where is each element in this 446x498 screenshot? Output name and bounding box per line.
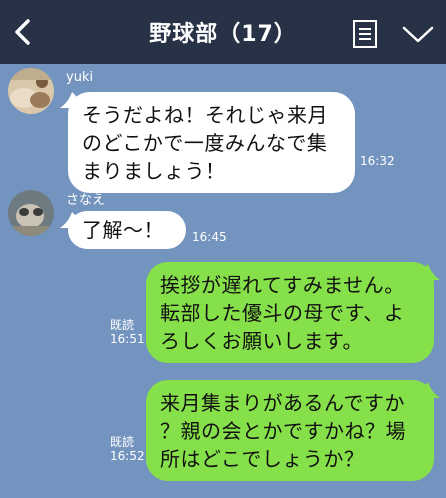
avatar-yuki[interactable] <box>8 68 54 114</box>
message-bubble[interactable]: そうだよね！それじゃ来月 のどこかで一度みんなで集 まりましょう！ <box>68 92 355 193</box>
bubble-tail <box>422 264 440 280</box>
avatar-sanae[interactable] <box>8 190 54 236</box>
bubble-tail <box>422 382 440 398</box>
chat-header: 野球部（17） <box>0 0 446 64</box>
sender-name: yuki <box>66 70 94 85</box>
note-list-icon <box>353 20 377 48</box>
message-time: 16:52 <box>110 449 145 463</box>
dropdown-button[interactable] <box>400 20 436 48</box>
message-bubble[interactable]: 了解～！ <box>68 211 186 249</box>
message-time: 16:45 <box>192 230 227 244</box>
chevron-down-icon <box>402 26 434 43</box>
read-receipt: 既読 <box>110 318 135 332</box>
message-time: 16:32 <box>360 154 395 168</box>
message-time: 16:51 <box>110 332 145 346</box>
note-menu-button[interactable] <box>350 18 380 50</box>
sender-name: さなえ <box>66 193 106 208</box>
message-bubble[interactable]: 来月集まりがあるんですか ？親の会とかですかね？場 所はどこでしょうか？ <box>146 380 434 481</box>
message-bubble[interactable]: 挨拶が遅れてすみません。 転部した優斗の母です、よ ろしくお願いします。 <box>146 262 434 363</box>
read-receipt: 既読 <box>110 435 135 449</box>
